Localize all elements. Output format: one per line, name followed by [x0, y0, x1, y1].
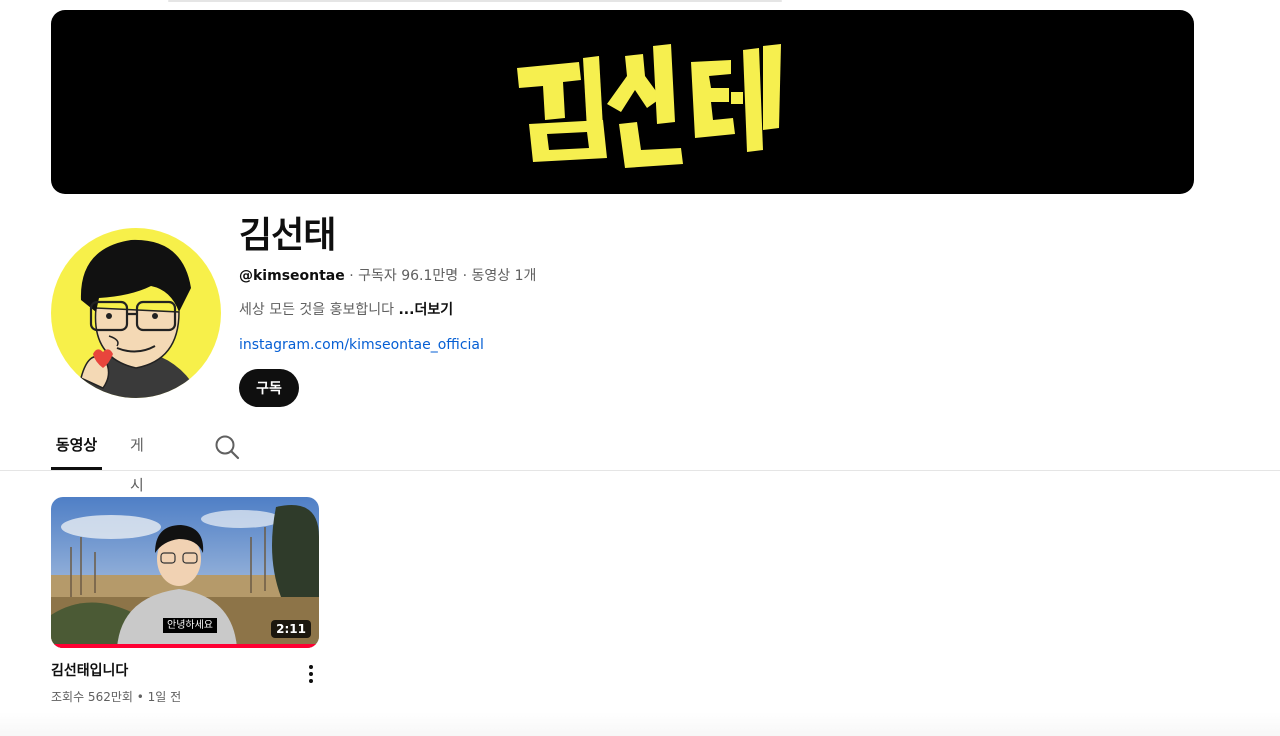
channel-external-link[interactable]: instagram.com/kimseontae_official [239, 335, 484, 355]
subscriber-count: 구독자 96.1만명 [358, 268, 459, 284]
tab-videos[interactable]: 동영상 [51, 425, 102, 470]
channel-description[interactable]: 세상 모든 것을 홍보합니다 ...더보기 [239, 300, 453, 320]
subscribe-button[interactable]: 구독 [239, 369, 299, 407]
video-caption: 안녕하세요 [163, 618, 217, 633]
top-scroll-indicator [168, 0, 782, 2]
upload-age: 1일 전 [147, 690, 182, 704]
video-duration: 2:11 [271, 620, 311, 638]
tab-posts[interactable]: 게시물 [130, 425, 144, 534]
bottom-edge [0, 712, 1280, 736]
more-link[interactable]: ...더보기 [398, 302, 453, 318]
avatar-illustration [51, 228, 221, 398]
meta-separator: · [344, 268, 359, 284]
video-stats: 조회수 562만회 • 1일 전 [51, 688, 181, 706]
watch-progress-bar [51, 644, 319, 648]
banner-logo [517, 44, 781, 168]
video-title[interactable]: 김선태입니다 [51, 660, 128, 682]
video-thumbnail[interactable]: 안녕하세요 2:11 [51, 497, 319, 648]
search-icon[interactable] [214, 434, 240, 460]
channel-banner [51, 10, 1194, 194]
channel-avatar[interactable] [51, 228, 221, 398]
stats-separator: • [132, 690, 148, 704]
description-text: 세상 모든 것을 홍보합니다 [239, 302, 399, 318]
channel-title: 김선태 [239, 215, 336, 256]
video-count: 동영상 1개 [471, 268, 537, 284]
channel-meta: @kimseontae · 구독자 96.1만명 · 동영상 1개 [239, 266, 536, 286]
tabs-divider [0, 470, 1280, 471]
meta-separator: · [458, 268, 472, 284]
view-count: 조회수 562만회 [51, 690, 133, 704]
more-vert-icon[interactable] [302, 662, 320, 686]
channel-handle[interactable]: @kimseontae [239, 268, 345, 284]
